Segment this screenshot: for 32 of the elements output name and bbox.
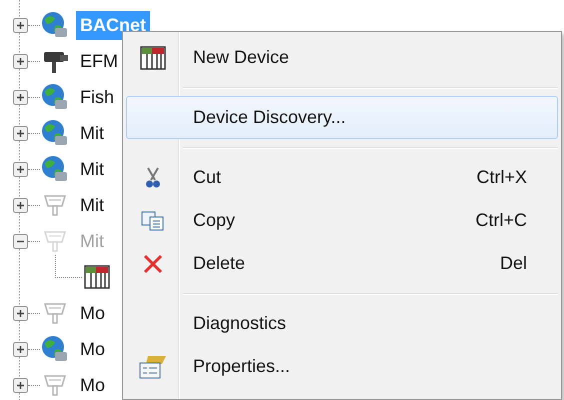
plus-icon[interactable] (13, 198, 28, 212)
menu-item[interactable]: Properties... (126, 345, 558, 388)
globe-icon (40, 334, 70, 364)
copy-icon (141, 210, 165, 230)
menu-item[interactable]: Diagnostics (126, 302, 558, 345)
tree-item[interactable]: Mo (76, 334, 110, 364)
tree-item[interactable]: Mit (76, 154, 108, 184)
globe-icon (40, 154, 70, 184)
tree-item[interactable]: EFM (76, 46, 122, 76)
plus-icon[interactable] (13, 126, 28, 140)
tree-item[interactable]: Mo (76, 370, 110, 400)
plus-icon[interactable] (13, 378, 28, 392)
menu-item[interactable]: Device Discovery... (126, 96, 558, 139)
plus-icon[interactable] (13, 18, 28, 32)
globe-icon (40, 118, 70, 148)
plus-icon[interactable] (13, 162, 28, 176)
tree-item[interactable]: Fish (76, 82, 118, 112)
tree-item[interactable]: Mit (76, 118, 108, 148)
menu-item[interactable]: Delete Del (126, 242, 558, 285)
plus-icon[interactable] (13, 342, 28, 356)
delete-icon (143, 254, 163, 274)
menu-item[interactable]: Cut Ctrl+X (126, 156, 558, 199)
scissors-icon (145, 166, 161, 188)
plus-icon[interactable] (13, 306, 28, 320)
plus-icon[interactable] (13, 54, 28, 68)
properties-icon (138, 354, 168, 380)
globe-icon (40, 10, 70, 40)
tree-item[interactable]: Mit (76, 190, 108, 220)
menu-item[interactable]: Copy Ctrl+C (126, 199, 558, 242)
tree-item[interactable]: Mo (76, 298, 110, 328)
plus-icon[interactable] (13, 90, 28, 104)
globe-icon (40, 82, 70, 112)
